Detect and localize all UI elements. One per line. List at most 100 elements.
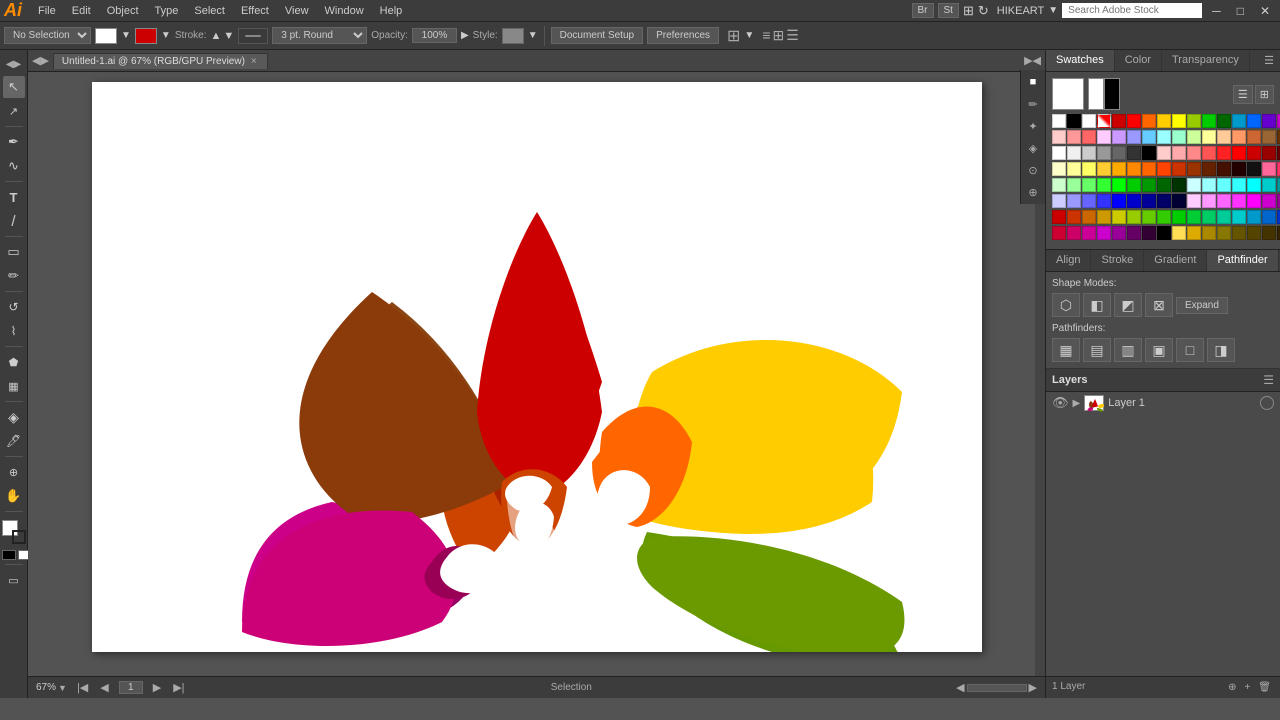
shape-builder-tool[interactable]: ⬟ [3,351,25,373]
stroke-up[interactable]: ▲ [211,30,222,42]
color-swatch[interactable] [1082,146,1096,160]
tab-gradient-panel[interactable]: Gradient [1144,250,1207,271]
color-swatch[interactable] [1082,210,1096,224]
color-swatch[interactable] [1247,226,1261,240]
color-swatch[interactable] [1172,210,1186,224]
color-swatch[interactable] [1127,114,1141,128]
panel-menu-icon[interactable]: ☰ [1258,50,1280,71]
layers-menu-icon[interactable]: ☰ [1263,373,1274,387]
page-input[interactable]: 1 [119,681,143,694]
color-swatch[interactable] [1247,130,1261,144]
panel-toggle-icon[interactable]: ▶◀ [1024,54,1041,67]
exclude-button[interactable]: ⊠ [1145,293,1173,317]
color-swatch[interactable] [1187,114,1201,128]
color-swatch[interactable] [1157,146,1171,160]
color-swatch[interactable] [1052,130,1066,144]
rect-tool[interactable]: ▭ [3,241,25,263]
brush-side-icon[interactable]: ✏ [1023,94,1043,114]
zoom-value[interactable]: 67% [36,682,56,693]
color-swatch[interactable] [1052,226,1066,240]
color-swatch[interactable] [1112,210,1126,224]
color-swatch[interactable] [1247,146,1261,160]
color-swatch[interactable] [1067,146,1081,160]
color-swatch[interactable] [1067,114,1081,128]
stroke-style-select[interactable]: 3 pt. Round [272,27,367,44]
fill-color-swatch[interactable] [95,28,117,44]
color-swatch[interactable] [1262,178,1276,192]
color-swatch[interactable] [1157,130,1171,144]
graphic-styles-icon[interactable]: ◈ [1023,138,1043,158]
menu-object[interactable]: Object [99,3,147,19]
menu-select[interactable]: Select [186,3,233,19]
color-swatch[interactable] [1112,146,1126,160]
color-swatch[interactable] [1172,146,1186,160]
draw-mode-icon[interactable]: ▭ [3,569,25,591]
color-swatch[interactable] [1262,162,1276,176]
prev-artboard-button[interactable]: ◀ [956,681,964,694]
color-swatch[interactable] [1232,146,1246,160]
pen-tool[interactable]: ✒ [3,131,25,153]
color-swatch[interactable] [1187,226,1201,240]
color-swatch[interactable] [1112,226,1126,240]
color-swatch[interactable] [1172,178,1186,192]
color-swatch[interactable] [1112,178,1126,192]
color-swatch[interactable] [1262,194,1276,208]
color-swatch[interactable] [1217,210,1231,224]
color-swatch[interactable] [1097,146,1111,160]
gradient-tool[interactable]: ◈ [3,406,25,428]
color-swatch[interactable] [1142,130,1156,144]
select-tool[interactable]: ↖ [3,76,25,98]
color-swatch[interactable] [1127,130,1141,144]
gradient-swatch[interactable] [1088,78,1120,110]
maximize-button[interactable]: □ [1231,4,1250,18]
paint-tool[interactable]: ✏ [3,265,25,287]
color-swatch[interactable] [1142,178,1156,192]
color-swatch[interactable] [1067,194,1081,208]
minus-back-button[interactable]: ◨ [1207,338,1235,362]
stock-button[interactable]: St [938,3,959,18]
color-swatch[interactable] [1082,226,1096,240]
layer-visibility-icon[interactable]: 👁 [1052,395,1069,411]
color-swatch[interactable] [1067,210,1081,224]
symbols-side-icon[interactable]: ✦ [1023,116,1043,136]
color-swatch[interactable] [1097,162,1111,176]
prev-page-button[interactable]: ◀ [98,681,110,694]
divide-button[interactable]: ▦ [1052,338,1080,362]
menu-type[interactable]: Type [147,3,187,19]
sync-icon[interactable]: ↻ [978,3,989,19]
color-swatch[interactable] [1142,162,1156,176]
color-swatch[interactable] [1247,178,1261,192]
color-swatch[interactable] [1082,162,1096,176]
delete-layer-btn[interactable]: 🗑 [1255,681,1274,694]
color-swatch[interactable] [1082,130,1096,144]
line-tool[interactable]: / [3,210,25,232]
color-swatch[interactable] [1142,226,1156,240]
menu-edit[interactable]: Edit [64,3,99,19]
color-swatch[interactable] [1232,162,1246,176]
color-swatch[interactable] [1067,130,1081,144]
swatch-grid-view[interactable]: ⊞ [1255,85,1274,104]
last-page-button[interactable]: ▶| [171,681,186,694]
panel-left-arrow[interactable]: ◀▶ [32,54,49,67]
color-swatch[interactable] [1262,114,1276,128]
warp-tool[interactable]: ⌇ [3,320,25,342]
color-swatch[interactable] [1187,210,1201,224]
menu-view[interactable]: View [277,3,317,19]
transform-icon[interactable]: ⊕ [1023,182,1043,202]
color-swatch[interactable] [1262,210,1276,224]
normal-color-icon[interactable] [2,550,16,560]
opacity-dropdown[interactable]: ▶ [461,30,469,41]
color-swatch[interactable] [1112,114,1126,128]
color-swatch[interactable] [1052,194,1066,208]
arrange-icon[interactable]: ⊞ [727,26,740,46]
color-swatch[interactable] [1142,210,1156,224]
color-swatch[interactable] [1217,130,1231,144]
white-swatch[interactable] [1052,78,1084,110]
unite-button[interactable]: ⬡ [1052,293,1080,317]
color-swatch[interactable] [1217,226,1231,240]
tab-color[interactable]: Color [1115,50,1162,71]
preferences-button[interactable]: Preferences [647,27,719,44]
next-page-button[interactable]: ▶ [151,681,163,694]
fill-stroke-indicator[interactable] [2,520,26,544]
document-tab[interactable]: Untitled-1.ai @ 67% (RGB/GPU Preview) × [53,53,268,69]
